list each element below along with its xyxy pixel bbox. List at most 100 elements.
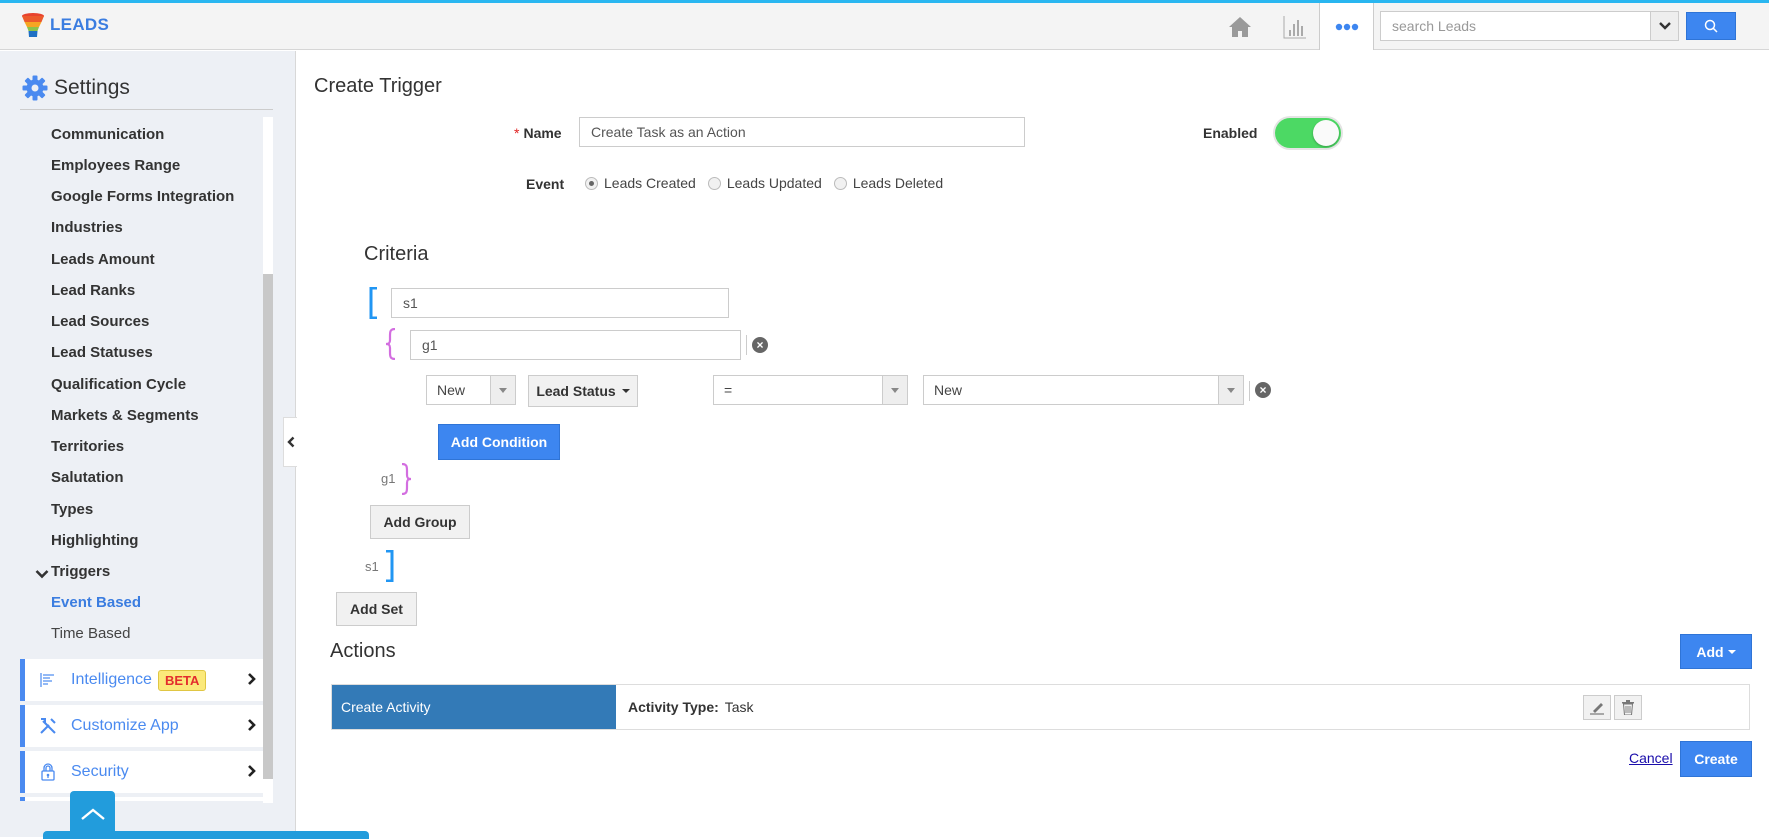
pencil-icon bbox=[1589, 701, 1605, 715]
reports-button[interactable] bbox=[1280, 3, 1310, 50]
group-name-input[interactable] bbox=[410, 330, 741, 360]
chart-icon bbox=[1283, 15, 1307, 39]
chevron-right-icon bbox=[247, 718, 257, 732]
sidebar-item-types[interactable]: Types bbox=[51, 501, 93, 518]
lock-icon bbox=[41, 763, 55, 781]
sidebar-item-lead-statuses[interactable]: Lead Statuses bbox=[51, 344, 153, 361]
chevron-right-icon bbox=[247, 764, 257, 778]
home-button[interactable] bbox=[1225, 3, 1255, 50]
settings-title: Settings bbox=[54, 76, 130, 100]
home-icon bbox=[1228, 16, 1252, 38]
delete-action-button[interactable] bbox=[1614, 695, 1642, 720]
scroll-up-button[interactable] bbox=[70, 791, 115, 837]
sidebar-item-markets-segments[interactable]: Markets & Segments bbox=[51, 407, 199, 424]
separator bbox=[1249, 381, 1250, 401]
sidebar-panel-partial bbox=[20, 797, 263, 801]
sidebar-scrollbar-thumb[interactable] bbox=[263, 274, 273, 779]
settings-header: Settings bbox=[22, 75, 130, 101]
sidebar-panel-customize-app[interactable]: Customize App bbox=[20, 705, 263, 747]
search-box bbox=[1380, 11, 1679, 41]
tools-icon bbox=[39, 717, 57, 735]
sidebar-item-industries[interactable]: Industries bbox=[51, 219, 123, 236]
set-open-bracket bbox=[369, 287, 379, 319]
trigger-name-input[interactable] bbox=[579, 117, 1025, 147]
gear-icon bbox=[22, 75, 48, 101]
action-row: Create Activity Activity Type:Task bbox=[331, 684, 1750, 730]
group-close-label: g1 bbox=[381, 471, 395, 486]
set-close-bracket bbox=[384, 550, 394, 582]
set-close-label: s1 bbox=[365, 559, 379, 574]
search-button[interactable] bbox=[1686, 12, 1736, 40]
group-close-brace bbox=[400, 463, 412, 495]
more-icon bbox=[1335, 23, 1359, 31]
enabled-toggle[interactable] bbox=[1275, 118, 1341, 148]
radio-button[interactable] bbox=[708, 177, 721, 190]
sidebar-item-salutation[interactable]: Salutation bbox=[51, 469, 124, 486]
add-set-button[interactable]: Add Set bbox=[336, 592, 417, 626]
sidebar-item-lead-ranks[interactable]: Lead Ranks bbox=[51, 282, 135, 299]
operator-select[interactable]: = bbox=[713, 375, 908, 405]
criteria-title: Criteria bbox=[364, 243, 428, 266]
caret-down-icon bbox=[622, 389, 630, 393]
sidebar-item-google-forms[interactable]: Google Forms Integration bbox=[51, 188, 234, 205]
toggle-knob bbox=[1313, 120, 1339, 146]
panel-label: Intelligence bbox=[71, 671, 152, 689]
separator bbox=[746, 335, 747, 355]
sidebar-item-triggers[interactable]: Triggers bbox=[51, 563, 110, 580]
sidebar-item-qualification-cycle[interactable]: Qualification Cycle bbox=[51, 376, 186, 393]
trash-icon bbox=[1622, 700, 1634, 715]
radio-button[interactable] bbox=[834, 177, 847, 190]
sidebar-item-highlighting[interactable]: Highlighting bbox=[51, 532, 138, 549]
sidebar-panel-security[interactable]: Security bbox=[20, 751, 263, 793]
required-asterisk: * bbox=[514, 125, 519, 141]
dropdown-caret bbox=[490, 376, 515, 404]
chevron-down-icon bbox=[35, 569, 49, 579]
event-label: Event bbox=[526, 176, 564, 192]
chevron-left-icon bbox=[287, 436, 295, 448]
radio-button[interactable] bbox=[585, 177, 598, 190]
collapse-sidebar-button[interactable] bbox=[283, 417, 297, 467]
cancel-link[interactable]: Cancel bbox=[1629, 750, 1673, 766]
more-button[interactable] bbox=[1319, 3, 1374, 50]
app-header: LEADS bbox=[0, 3, 1769, 50]
edit-action-button[interactable] bbox=[1583, 695, 1611, 720]
settings-sidebar: Settings Communication Employees Range G… bbox=[0, 51, 296, 837]
caret-down-icon bbox=[1728, 650, 1736, 654]
value-select[interactable]: New bbox=[923, 375, 1244, 405]
add-group-button[interactable]: Add Group bbox=[370, 505, 470, 539]
action-detail: Activity Type:Task bbox=[628, 699, 754, 715]
event-option-leads-created[interactable]: Leads Created bbox=[585, 175, 696, 191]
sidebar-subitem-event-based[interactable]: Event Based bbox=[51, 594, 141, 611]
sidebar-panel-intelligence[interactable]: Intelligence BETA bbox=[20, 659, 263, 701]
search-icon bbox=[1704, 19, 1718, 33]
app-logo[interactable]: LEADS bbox=[22, 13, 109, 37]
dropdown-caret bbox=[1218, 376, 1243, 404]
add-condition-button[interactable]: Add Condition bbox=[438, 424, 560, 460]
name-label: *Name bbox=[514, 125, 562, 141]
sidebar-item-communication[interactable]: Communication bbox=[51, 126, 164, 143]
search-input[interactable] bbox=[1381, 12, 1641, 40]
event-option-leads-deleted[interactable]: Leads Deleted bbox=[834, 175, 943, 191]
sidebar-item-leads-amount[interactable]: Leads Amount bbox=[51, 251, 155, 268]
search-filter-dropdown[interactable] bbox=[1650, 12, 1678, 40]
action-name: Create Activity bbox=[332, 685, 616, 729]
funnel-logo-icon bbox=[22, 13, 44, 37]
dropdown-caret bbox=[882, 376, 907, 404]
sidebar-subitem-time-based[interactable]: Time Based bbox=[51, 625, 130, 642]
create-button[interactable]: Create bbox=[1680, 741, 1752, 777]
panel-label: Security bbox=[71, 763, 129, 781]
sidebar-item-territories[interactable]: Territories bbox=[51, 438, 124, 455]
record-select[interactable]: New bbox=[426, 375, 516, 405]
event-option-leads-updated[interactable]: Leads Updated bbox=[708, 175, 822, 191]
add-action-button[interactable]: Add bbox=[1680, 634, 1752, 669]
remove-group-icon[interactable]: × bbox=[752, 337, 768, 353]
page-title: Create Trigger bbox=[314, 75, 442, 98]
beta-badge: BETA bbox=[158, 670, 206, 691]
sidebar-item-lead-sources[interactable]: Lead Sources bbox=[51, 313, 149, 330]
main-content: Create Trigger *Name Enabled Event Leads… bbox=[297, 51, 1769, 837]
divider bbox=[20, 109, 273, 110]
set-name-input[interactable] bbox=[391, 288, 729, 318]
remove-condition-icon[interactable]: × bbox=[1255, 382, 1271, 398]
field-select-button[interactable]: Lead Status bbox=[528, 375, 638, 407]
sidebar-item-employees-range[interactable]: Employees Range bbox=[51, 157, 180, 174]
